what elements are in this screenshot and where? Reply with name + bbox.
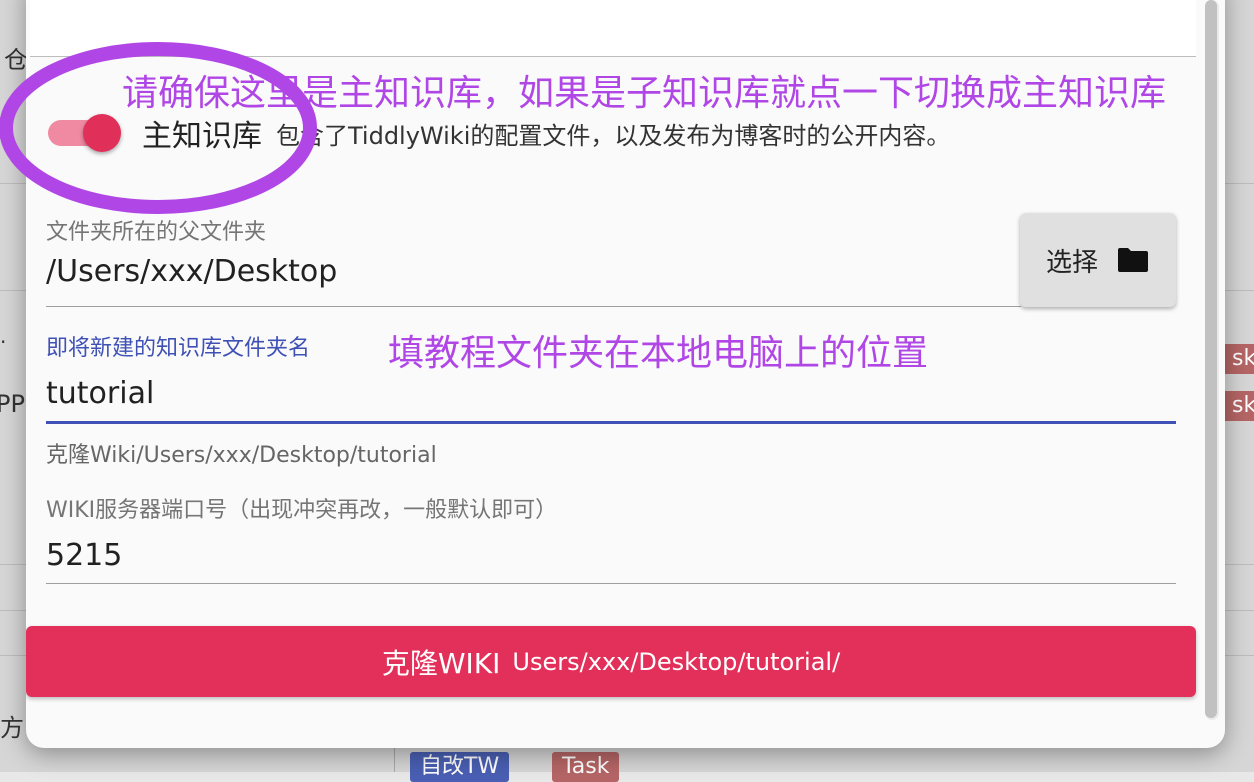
bg-text: 仓 [4, 46, 28, 74]
parent-folder-field[interactable]: 文件夹所在的父文件夹 /Users/xxx/Desktop [46, 214, 337, 289]
main-wiki-description: 包含了TiddlyWiki的配置文件，以及发布为博客时的公开内容。 [276, 121, 951, 150]
parent-folder-underline [46, 306, 1021, 307]
port-label: WIKI服务器端口号（出现冲突再改，一般默认即可） [46, 498, 558, 523]
bg-divider [394, 748, 395, 772]
new-folder-label: 即将新建的知识库文件夹名 [46, 336, 311, 361]
clone-path-helper: 克隆Wiki/Users/xxx/Desktop/tutorial [46, 443, 437, 468]
annotation-folder-note: 填教程文件夹在本地电脑上的位置 [388, 333, 929, 374]
bg-task-tag[interactable]: Task [552, 752, 620, 782]
port-underline [46, 583, 1176, 584]
new-folder-underline [46, 421, 1176, 424]
clone-button-path: Users/xxx/Desktop/tutorial/ [512, 647, 841, 676]
parent-folder-label: 文件夹所在的父文件夹 [46, 220, 267, 245]
bg-task-tag[interactable]: sk [1222, 391, 1254, 421]
new-folder-input[interactable]: tutorial [46, 376, 310, 411]
switch-thumb [83, 114, 121, 152]
main-wiki-toggle-row: 主知识库 包含了TiddlyWiki的配置文件，以及发布为博客时的公开内容。 [46, 113, 951, 154]
new-folder-field[interactable]: 即将新建的知识库文件夹名 tutorial [46, 330, 310, 411]
bg-task-tag[interactable]: sk [1222, 344, 1254, 374]
bg-text: · [0, 330, 7, 354]
parent-folder-input[interactable]: /Users/xxx/Desktop [46, 254, 337, 289]
folder-icon [1116, 247, 1150, 273]
port-field[interactable]: WIKI服务器端口号（出现冲突再改，一般默认即可） 5215 [46, 492, 557, 573]
scrollbar-thumb[interactable] [1205, 0, 1217, 718]
main-wiki-label: 主知识库 [142, 119, 262, 154]
bg-tag-custom-tw[interactable]: 自改TW [410, 752, 510, 782]
annotation-main-wiki-note: 请确保这里是主知识库，如果是子知识库就点一下切换成主知识库 [122, 73, 1167, 114]
port-input[interactable]: 5215 [46, 538, 557, 573]
main-wiki-switch[interactable] [46, 113, 122, 153]
bg-text: 方 [0, 714, 24, 742]
clone-wiki-button[interactable]: 克隆WIKI Users/xxx/Desktop/tutorial/ [26, 626, 1196, 697]
choose-button-label: 选择 [1045, 247, 1098, 278]
choose-folder-button[interactable]: 选择 [1020, 213, 1176, 307]
clone-button-label: 克隆WIKI [381, 646, 501, 680]
previous-field [30, 0, 1196, 57]
bg-text: PP [0, 390, 25, 418]
